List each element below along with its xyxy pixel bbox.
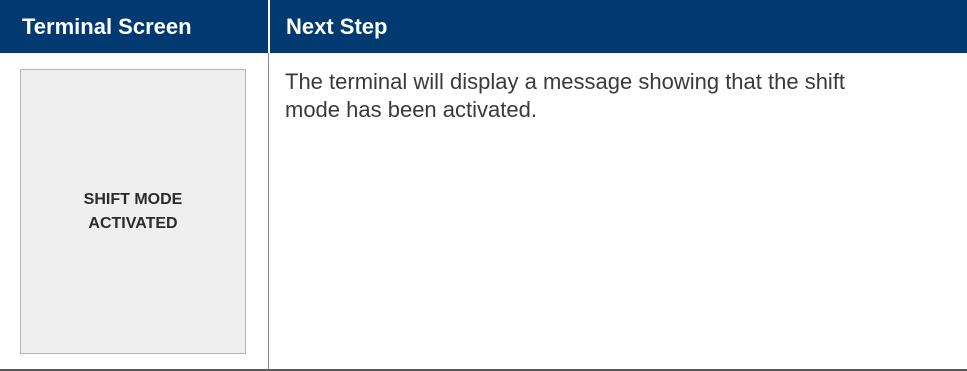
terminal-message-line-2: ACTIVATED [88,214,178,232]
next-step-description: The terminal will display a message show… [285,69,846,122]
header-terminal-screen: Terminal Screen [22,13,192,39]
terminal-message-line-1: SHIFT MODE [83,190,183,208]
header-next-step: Next Step [286,13,388,39]
instruction-table: Terminal Screen Next Step SHIFT MODE ACT… [0,0,967,371]
column-divider [268,53,269,369]
table-header: Terminal Screen Next Step [0,0,967,53]
terminal-screen-display: SHIFT MODE ACTIVATED [20,69,246,354]
terminal-screen-message: SHIFT MODE ACTIVATED [84,188,183,236]
